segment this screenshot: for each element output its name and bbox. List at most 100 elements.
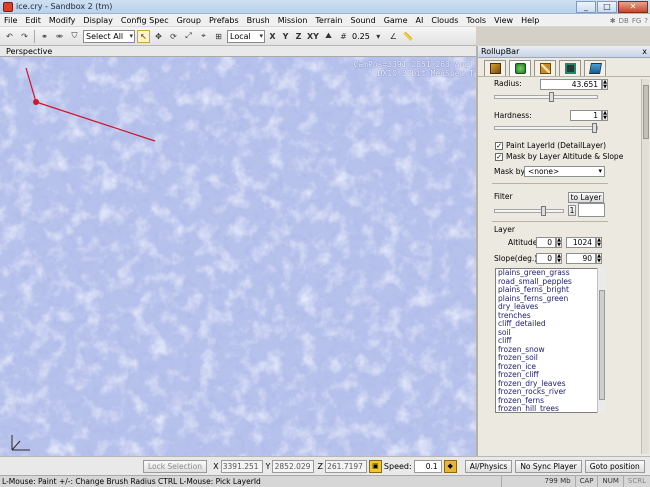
snap-object-icon[interactable]: ⌖	[197, 30, 210, 43]
layer-list-scrollbar[interactable]	[597, 268, 605, 413]
tab-modify[interactable]	[534, 60, 556, 76]
mask-altitude-checkbox[interactable]: ✓	[495, 153, 503, 161]
goto-position-button[interactable]: Goto position	[584, 459, 645, 473]
menu-help[interactable]: Help	[517, 14, 543, 27]
radius-input[interactable]: 43.651	[540, 79, 602, 90]
menu-clouds[interactable]: Clouds	[427, 14, 462, 27]
tab-display[interactable]	[559, 60, 581, 76]
redo-icon[interactable]: ↷	[18, 30, 31, 43]
hardness-slider-knob[interactable]	[592, 123, 597, 133]
snap-value[interactable]: 0.25	[352, 32, 370, 41]
lock-selection-button[interactable]: Lock Selection	[143, 459, 208, 473]
bug-icon[interactable]: ✱	[610, 17, 616, 25]
mask-by-dropdown[interactable]: <none>	[524, 166, 605, 177]
angle-snap-icon[interactable]: ∠	[387, 30, 400, 43]
ruler-icon[interactable]: 📏	[402, 30, 415, 43]
x-coord-field[interactable]: 3391.251	[220, 459, 263, 473]
perspective-viewport[interactable]: Perspective CamPos=3391 2851 263 Angl DX…	[0, 46, 476, 456]
layer-list-item[interactable]: soil	[496, 328, 604, 338]
speed-lock-icon[interactable]: ▣	[368, 459, 382, 473]
terrain-follow-icon[interactable]: ◆	[443, 459, 457, 473]
rollup-scrollbar[interactable]	[641, 79, 649, 454]
menu-group[interactable]: Group	[173, 14, 205, 27]
layer-list[interactable]: plains_green_grass road_small_pepples plai…	[495, 268, 605, 413]
ai-physics-button[interactable]: AI/Physics	[464, 459, 513, 473]
slope-max-input[interactable]: 90	[566, 253, 596, 264]
rotate-tool-icon[interactable]: ⟳	[167, 30, 180, 43]
menu-file[interactable]: File	[0, 14, 21, 27]
filter-color-box[interactable]	[578, 203, 605, 217]
hardness-slider[interactable]	[494, 123, 598, 133]
menu-prefabs[interactable]: Prefabs	[205, 14, 243, 27]
snap-terrain-icon[interactable]: ⊞	[212, 30, 225, 43]
radius-slider[interactable]	[494, 92, 598, 102]
hardness-input[interactable]: 1	[570, 110, 602, 121]
terrain-axis-icon[interactable]: ⛰	[322, 30, 335, 43]
viewport-label: Perspective	[6, 47, 53, 56]
fg-button[interactable]: FG	[632, 17, 641, 25]
paint-layer-checkbox[interactable]: ✓	[495, 142, 503, 150]
menu-ai[interactable]: AI	[412, 14, 428, 27]
menu-brush[interactable]: Brush	[243, 14, 274, 27]
db-button[interactable]: DB	[619, 17, 629, 25]
viewport-header[interactable]: Perspective	[0, 46, 476, 57]
tab-terrain[interactable]	[509, 60, 531, 76]
speed-field[interactable]: 0.1	[413, 459, 442, 473]
axis-y-button[interactable]: Y	[280, 32, 291, 41]
move-tool-icon[interactable]: ✥	[152, 30, 165, 43]
y-coord-field[interactable]: 2852.029	[272, 459, 315, 473]
undo-icon[interactable]: ↶	[3, 30, 16, 43]
selection-filter-dropdown[interactable]: Select All	[83, 29, 135, 43]
coord-system-dropdown[interactable]: Local	[227, 29, 265, 43]
slope-max-spinner[interactable]: ▲ ▼	[596, 253, 602, 264]
unlink-icon[interactable]: ⚮	[53, 30, 66, 43]
altitude-min-spinner[interactable]: ▲ ▼	[556, 237, 562, 248]
axis-x-button[interactable]: X	[267, 32, 278, 41]
filter-value-button[interactable]: 1	[568, 205, 576, 216]
to-layer-button[interactable]: to Layer	[568, 192, 604, 203]
slope-min-input[interactable]: 0	[536, 253, 556, 264]
link-icon[interactable]: ⚭	[38, 30, 51, 43]
layer-list-scroll-thumb[interactable]	[599, 290, 605, 400]
tab-layers[interactable]	[584, 60, 606, 76]
close-button[interactable]: ✕	[618, 1, 648, 13]
filter-slider[interactable]	[494, 206, 564, 216]
menu-game[interactable]: Game	[380, 14, 412, 27]
menu-config-spec[interactable]: Config Spec	[117, 14, 173, 27]
menu-view[interactable]: View	[490, 14, 517, 27]
no-sync-player-button[interactable]: No Sync Player	[515, 459, 582, 473]
menu-edit[interactable]: Edit	[21, 14, 45, 27]
filter-slider-knob[interactable]	[541, 206, 546, 216]
axis-xy-button[interactable]: XY	[306, 32, 320, 41]
maximize-button[interactable]: □	[597, 1, 617, 13]
minimize-button[interactable]: _	[576, 1, 596, 13]
snap-dropdown-icon[interactable]: ▾	[372, 30, 385, 43]
menu-terrain[interactable]: Terrain	[311, 14, 346, 27]
menu-mission[interactable]: Mission	[274, 14, 312, 27]
altitude-max-input[interactable]: 1024	[566, 237, 596, 248]
select-tool-icon[interactable]: ↖	[137, 29, 150, 43]
gizmo-origin[interactable]	[33, 99, 39, 105]
scale-tool-icon[interactable]: ⤢	[182, 30, 195, 43]
grid-icon[interactable]: #	[337, 30, 350, 43]
menu-sound[interactable]: Sound	[346, 14, 379, 27]
rollup-close-button[interactable]: x	[642, 46, 647, 58]
slope-min-spinner[interactable]: ▲ ▼	[556, 253, 562, 264]
radius-spinner[interactable]: ▲ ▼	[602, 79, 608, 90]
altitude-min-input[interactable]: 0	[536, 237, 556, 248]
hardness-spinner[interactable]: ▲ ▼	[602, 110, 608, 121]
menu-tools[interactable]: Tools	[462, 14, 490, 27]
tab-objects[interactable]	[484, 60, 506, 76]
z-coord-field[interactable]: 261.7197	[324, 459, 367, 473]
help-icon[interactable]: ?	[644, 17, 648, 25]
terrain-view[interactable]	[0, 57, 476, 456]
axis-z-button[interactable]: Z	[293, 32, 304, 41]
radius-slider-knob[interactable]	[549, 92, 554, 102]
select-filter-icon[interactable]: ⛉	[68, 30, 81, 43]
menu-display[interactable]: Display	[79, 14, 117, 27]
altitude-max-spinner[interactable]: ▲ ▼	[596, 237, 602, 248]
rollup-scroll-thumb[interactable]	[643, 85, 649, 139]
layer-list-item[interactable]: cliff_detailed	[496, 319, 604, 329]
layer-list-item[interactable]: frozen_hill_trees	[496, 404, 604, 412]
menu-modify[interactable]: Modify	[45, 14, 80, 27]
